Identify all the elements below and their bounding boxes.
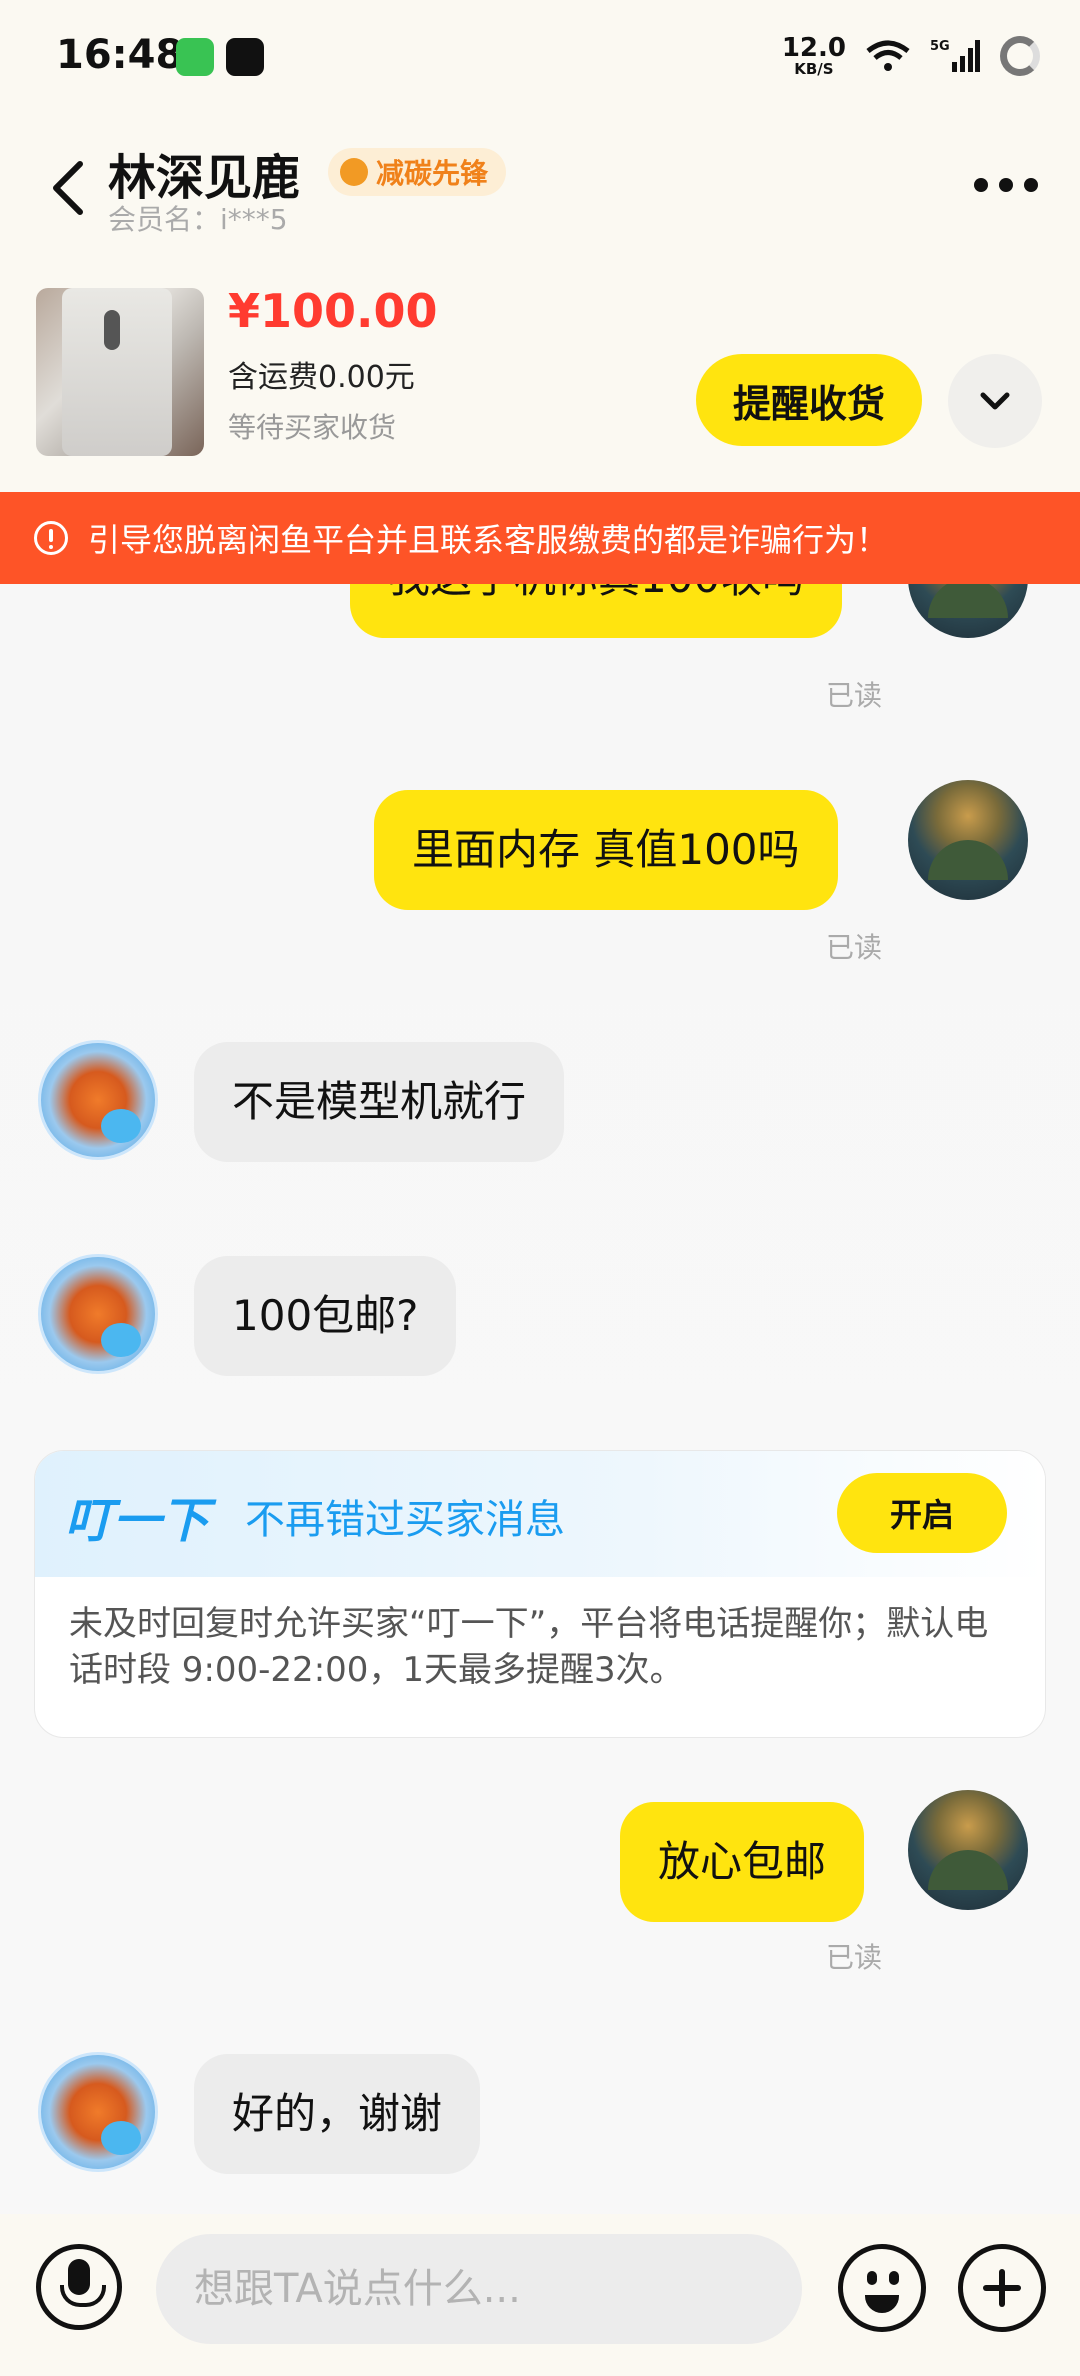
message-bubble-sent[interactable]: 里面内存 真值100吗 [374, 790, 838, 910]
emoji-mouth [865, 2295, 899, 2313]
network-speed-unit: KB/S [794, 60, 834, 78]
loading-icon [1000, 36, 1040, 76]
product-price: ¥100.00 [228, 284, 438, 338]
read-receipt: 已读 [826, 1941, 883, 1974]
message-bubble-sent[interactable]: 放心包邮 [620, 1802, 865, 1922]
my-avatar[interactable] [908, 780, 1028, 900]
buyer-avatar[interactable] [38, 1040, 158, 1160]
input-bar [0, 2214, 1080, 2376]
status-indicators: 12.0 KB/S 5G [782, 30, 1040, 82]
ding-card-header: 叮一下 不再错过买家消息 开启 [35, 1451, 1045, 1577]
phone-camera [104, 310, 120, 350]
tiktok-app-icon [226, 38, 264, 76]
ding-subtitle: 不再错过买家消息 [245, 1497, 565, 1543]
buyer-avatar[interactable] [38, 2052, 158, 2172]
my-avatar[interactable] [908, 1790, 1028, 1910]
status-bar: 16:48 12.0 KB/S 5G [0, 0, 1080, 118]
cellular-signal-icon: 5G [930, 39, 980, 72]
more-icon[interactable] [972, 174, 1040, 196]
my-avatar[interactable] [908, 584, 1028, 638]
message-bubble-received[interactable]: 100包邮? [194, 1256, 457, 1376]
network-speed: 12.0 KB/S [782, 35, 846, 77]
fraud-warning-banner: 引导您脱离闲鱼平台并且联系客服缴费的都是诈骗行为！ [0, 492, 1080, 584]
phone-app-icon [176, 38, 214, 76]
member-name: 会员名：i***5 [108, 203, 288, 236]
emoji-eye [867, 2271, 877, 2285]
status-time: 16:48 [56, 32, 184, 78]
chat-messages[interactable]: 我这手机你真100收吗 已读 里面内存 真值100吗 已读 不是模型机就行 10… [0, 584, 1080, 2214]
wifi-icon [866, 40, 910, 71]
eco-badge-label: 减碳先锋 [376, 157, 489, 190]
shipping-fee: 含运费0.00元 [228, 360, 415, 395]
product-card[interactable]: ¥100.00 含运费0.00元 等待买家收货 提醒收货 [0, 276, 1080, 492]
ding-reminder-card: 叮一下 不再错过买家消息 开启 未及时回复时允许买家“叮一下”，平台将电话提醒你… [34, 1450, 1046, 1738]
message-bubble-sent[interactable]: 我这手机你真100收吗 [350, 584, 843, 638]
microphone-icon[interactable] [36, 2244, 122, 2330]
network-speed-value: 12.0 [781, 33, 846, 63]
message-bubble-received[interactable]: 好的，谢谢 [194, 2054, 481, 2174]
buyer-avatar[interactable] [38, 1254, 158, 1374]
emoji-icon[interactable] [838, 2244, 926, 2332]
read-receipt: 已读 [826, 931, 883, 964]
message-input[interactable] [156, 2234, 802, 2344]
ding-description: 未及时回复时允许买家“叮一下”，平台将电话提醒你；默认电话时段 9:00-22:… [69, 1604, 989, 1690]
network-type-label: 5G [930, 39, 950, 54]
product-image[interactable] [36, 288, 204, 456]
message-bubble-received[interactable]: 不是模型机就行 [194, 1042, 565, 1162]
chevron-down-icon [980, 392, 1010, 410]
back-icon[interactable] [44, 156, 100, 220]
warning-icon [34, 521, 68, 555]
enable-ding-button[interactable]: 开启 [837, 1473, 1007, 1553]
chat-header: 林深见鹿 减碳先锋 会员名：i***5 [0, 118, 1080, 276]
leaf-icon [340, 158, 368, 186]
order-status: 等待买家收货 [228, 411, 397, 444]
emoji-eye [889, 2271, 899, 2285]
remind-receipt-button[interactable]: 提醒收货 [696, 354, 922, 446]
fraud-warning-text: 引导您脱离闲鱼平台并且联系客服缴费的都是诈骗行为！ [88, 521, 889, 559]
eco-badge: 减碳先锋 [328, 148, 507, 196]
expand-button[interactable] [948, 354, 1042, 448]
plus-icon[interactable] [958, 2244, 1046, 2332]
read-receipt: 已读 [826, 679, 883, 712]
ding-logo: 叮一下 [65, 1493, 210, 1549]
